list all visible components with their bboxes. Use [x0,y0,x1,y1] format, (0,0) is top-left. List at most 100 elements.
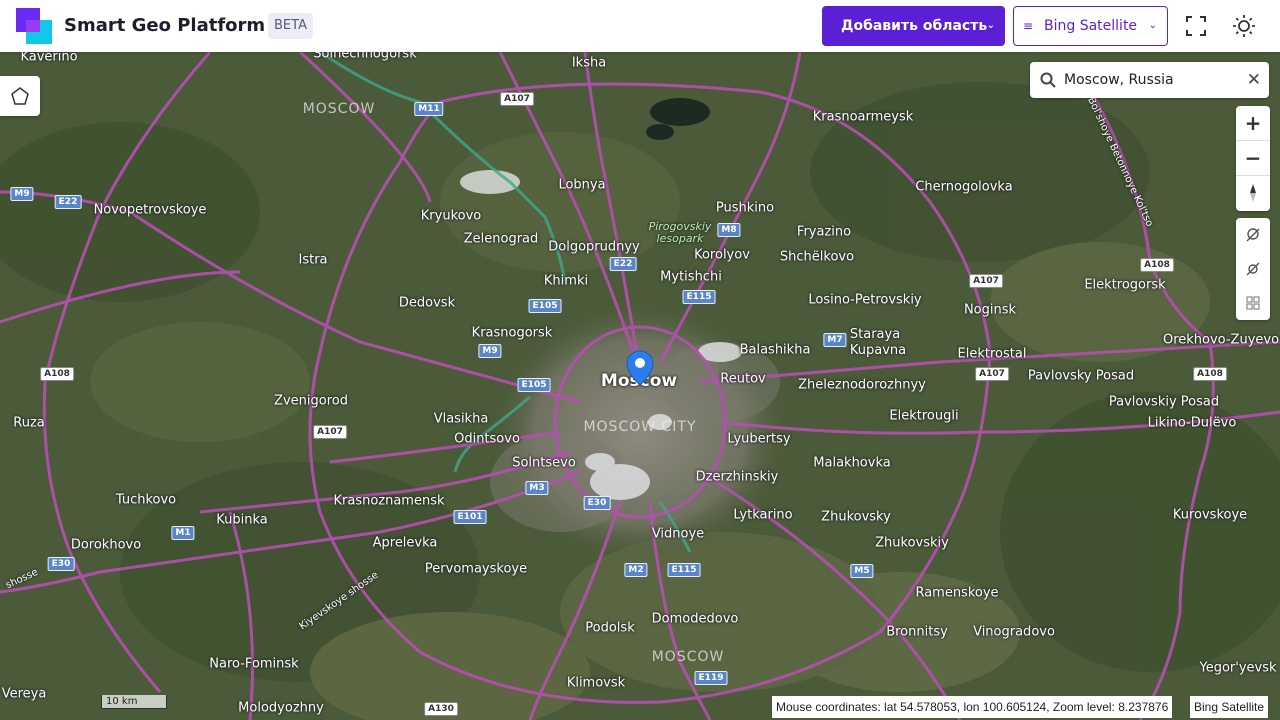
place-label: Bronnitsy [886,624,948,640]
place-label: Pavlovskiy Posad [1108,394,1220,410]
road-shield: M2 [624,563,648,577]
road-shield: M9 [10,187,34,201]
place-label: Dzerzhinskiy [695,469,779,485]
place-label: Elektrostal [957,346,1027,362]
base-layer-label: Bing Satellite [1044,18,1138,34]
add-area-label: Добавить область [841,18,988,34]
road-shield: E22 [609,257,637,271]
hide-pins-button[interactable] [1236,252,1270,286]
place-label: Lobnya [558,177,606,193]
place-label: Mytishchi [660,269,722,285]
map-canvas[interactable]: Kaverino Solnechnogorsk Iksha MOSCOW Krasnoa… [0,52,1280,720]
road-shield: E115 [667,563,701,577]
road-shield: A108 [1140,258,1174,272]
search-icon [1040,72,1056,88]
imagery-attribution: Bing Satellite [1190,696,1269,718]
place-label: Korolyov [694,247,750,263]
place-label: Odintsovo [454,431,520,447]
place-label: MOSCOW [302,101,376,117]
base-layer-select[interactable]: ≡ Bing Satellite ⌄ [1013,6,1168,46]
add-area-button[interactable]: Добавить область ⌄ [822,6,1005,46]
draw-polygon-button[interactable] [0,76,40,116]
place-label: Yegor'yevsk [1199,660,1277,676]
grid-icon [1246,296,1260,310]
place-label: Krasnoznamensk [333,493,445,509]
zoom-out-button[interactable]: − [1236,141,1270,175]
chevron-down-icon: ⌄ [1148,20,1157,31]
map-tools [1236,218,1270,320]
place-label: Fryazino [796,224,852,240]
place-label: Tuchkovo [115,492,177,508]
place-label: Losino-Petrovskiy [808,292,922,308]
road-shield: A108 [1193,367,1227,381]
road-shield: A107 [975,367,1009,381]
place-label: Khimki [543,273,589,289]
place-label: Malakhovka [813,455,891,471]
location-marker[interactable] [626,350,654,390]
place-label: Vereya [1,686,47,702]
place-label: Podolsk [585,620,635,636]
place-label: MOSCOW [651,649,725,665]
place-label: Orekhovo-Zuyevo [1162,332,1280,348]
place-label: Domodedovo [651,611,739,627]
road-shield: M7 [823,333,847,347]
place-label: Pirogovskiy lesopark [648,220,712,245]
place-label: Dorokhovo [70,537,142,553]
map-pin-icon [626,350,654,386]
road-shield: E115 [682,290,716,304]
theme-toggle-sun-icon[interactable] [1232,14,1256,38]
hide-markers-button[interactable] [1236,218,1270,252]
place-label: Dolgoprudnyy [548,239,640,255]
place-label: Noginsk [963,302,1017,318]
place-label: Istra [298,252,328,268]
road-shield: E119 [694,671,728,685]
road-shield: E105 [517,378,551,392]
road-shield: M11 [414,102,444,116]
road-shield: M1 [171,526,195,540]
place-label: Chernogolovka [915,179,1013,195]
road-shield: M8 [717,223,741,237]
location-off-icon [1246,228,1260,242]
location-search: ✕ [1030,62,1269,98]
place-label: Kryukovo [420,208,482,224]
place-label: Klimovsk [566,675,626,691]
scale-bar: 10 km [101,695,167,709]
place-label: Likino-Dulëvo [1147,415,1237,431]
mouse-coordinates-status: Mouse coordinates: lat 54.578053, lon 10… [772,696,1173,718]
zoom-control: + − [1236,106,1270,211]
road-shield: A107 [313,425,347,439]
road-shield: E101 [453,510,487,524]
place-label: Vinogradovo [973,624,1055,640]
road-shield: A130 [424,702,458,716]
layers-icon: ≡ [1023,19,1034,33]
place-label: Reutov [720,371,766,387]
compass-reset-button[interactable] [1236,176,1270,210]
place-label: Zhukovsky [821,509,891,525]
app-logo [16,8,52,44]
place-label: Pushkino [715,200,775,216]
fullscreen-icon[interactable] [1184,14,1208,38]
road-shield: A107 [969,274,1003,288]
pin-off-icon [1246,262,1260,276]
clear-search-icon[interactable]: ✕ [1247,70,1261,90]
place-label: Vlasikha [433,411,489,427]
place-label: Krasnoarmeysk [812,109,914,125]
road-shield: E105 [528,299,562,313]
place-label: Krasnogorsk [471,325,553,341]
place-label: Solnechnogorsk [313,52,417,62]
place-label: Aprelevka [372,535,438,551]
road-shield: M3 [525,481,549,495]
place-label: Lytkarino [733,507,793,523]
place-label: Ruza [13,415,45,431]
place-label: Staraya Kupavna [849,327,907,358]
place-label: Kubinka [216,512,268,528]
app-title: Smart Geo Platform [64,15,266,36]
place-label: Kurovskoye [1172,507,1248,523]
place-label: Elektrogorsk [1084,277,1166,293]
grid-button[interactable] [1236,286,1270,320]
zoom-in-button[interactable]: + [1236,106,1270,140]
place-label: Zelenograd [463,231,539,247]
place-label: Elektrougli [889,408,959,424]
search-input[interactable] [1064,70,1239,90]
place-label: Novopetrovskoye [93,202,207,218]
